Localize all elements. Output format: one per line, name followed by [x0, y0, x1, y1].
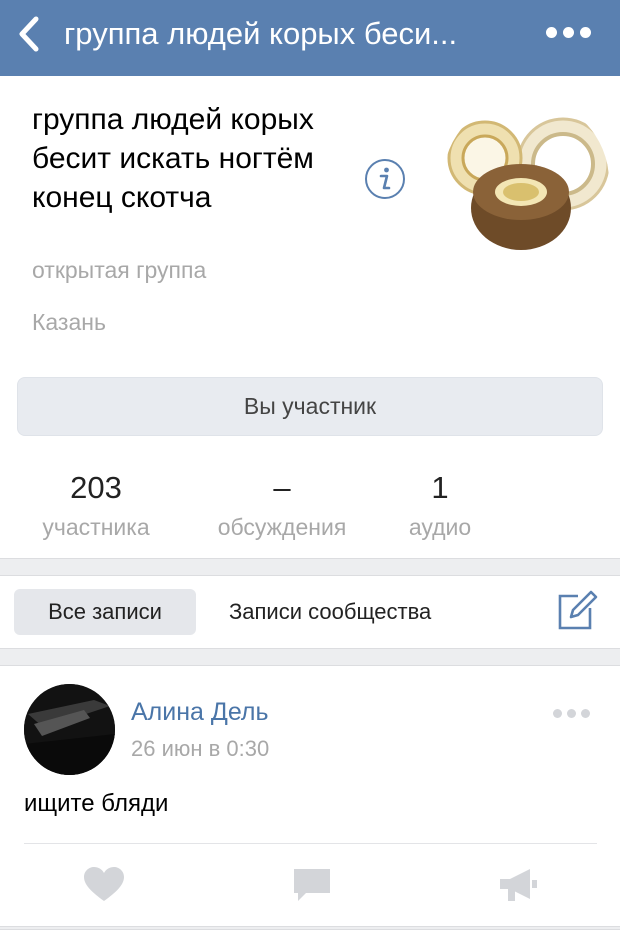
tape-rolls-avatar — [443, 98, 609, 264]
post-divider — [24, 843, 597, 844]
avatar[interactable] — [24, 684, 115, 775]
group-city: Казань — [32, 309, 106, 335]
heart-icon[interactable] — [82, 865, 126, 905]
member-button[interactable]: Вы участник — [17, 377, 603, 436]
compose-icon[interactable] — [554, 588, 598, 632]
stat-value: 1 — [431, 470, 449, 505]
share-megaphone-icon[interactable] — [496, 865, 540, 905]
post-text: ищите бляди — [24, 790, 169, 817]
post-author[interactable]: Алина Дель — [131, 698, 269, 727]
comment-icon[interactable] — [290, 865, 334, 905]
stat-discussions[interactable]: – обсуждения — [200, 470, 364, 541]
stat-value: 203 — [70, 470, 122, 505]
tab-all-posts[interactable]: Все записи — [14, 589, 196, 635]
stat-label: участника — [42, 514, 150, 540]
group-type: открытая группа — [32, 257, 207, 283]
top-bar: группа людей корых беси... — [0, 0, 620, 76]
tab-community-posts[interactable]: Записи сообщества — [229, 599, 431, 625]
stat-label: аудио — [408, 514, 472, 540]
stat-value: – — [273, 470, 291, 505]
more-dots-icon[interactable] — [546, 27, 592, 39]
page-title: группа людей корых беси... — [64, 16, 458, 51]
more-dots-icon[interactable] — [553, 709, 591, 719]
stat-audio[interactable]: 1 аудио — [398, 470, 482, 541]
section-divider — [0, 648, 620, 666]
group-name: группа людей корых бесит искать ногтём к… — [32, 103, 314, 214]
chevron-left-icon[interactable] — [12, 14, 48, 54]
post-time[interactable]: 26 июн в 0:30 — [131, 736, 269, 762]
info-icon[interactable] — [364, 158, 406, 200]
group-avatar[interactable] — [443, 98, 609, 264]
stat-label: обсуждения — [217, 514, 347, 540]
section-divider — [0, 558, 620, 576]
section-divider — [0, 926, 620, 930]
member-button-label: Вы участник — [243, 393, 377, 419]
stat-members[interactable]: 203 участника — [28, 470, 164, 541]
